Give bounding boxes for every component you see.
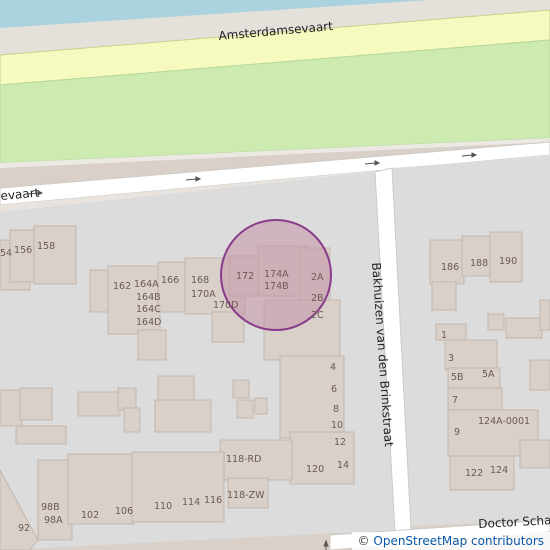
- house-number: 2A: [311, 272, 324, 283]
- house-number: 118-ZW: [227, 490, 265, 501]
- house-number: 166: [161, 275, 180, 286]
- house-number: 7: [452, 395, 459, 406]
- house-number: 8: [333, 404, 340, 415]
- house-number: 164D: [136, 317, 162, 328]
- house-number: 3: [448, 353, 455, 364]
- house-number: 164B: [136, 292, 161, 303]
- house-number: 124A-0001: [478, 416, 531, 427]
- house-number: 114: [182, 497, 201, 508]
- house-number: 158: [37, 241, 56, 252]
- house-number: 106: [115, 506, 134, 517]
- house-number: 116: [204, 495, 223, 506]
- house-number: 122: [465, 468, 484, 479]
- house-number: 10: [331, 420, 344, 431]
- house-number: 170D: [213, 300, 239, 311]
- house-number: 120: [306, 464, 325, 475]
- house-number: 172: [236, 271, 255, 282]
- osm-attribution-link[interactable]: OpenStreetMap contributors: [373, 534, 544, 548]
- house-number: 102: [81, 510, 100, 521]
- house-number: 2C: [311, 310, 324, 321]
- house-number: 174B: [264, 281, 289, 292]
- house-number: 9: [454, 427, 461, 438]
- house-number: 110: [154, 501, 173, 512]
- house-number: 188: [470, 258, 489, 269]
- house-number: 98B: [41, 502, 60, 513]
- house-number: 6: [331, 384, 338, 395]
- house-number: 12: [334, 437, 347, 448]
- house-number: 4: [330, 362, 337, 373]
- house-number: 190: [499, 256, 518, 267]
- house-number: 174A: [264, 269, 289, 280]
- house-number: 164C: [136, 304, 161, 315]
- street-amsterdamsevaart-partial: evaart: [0, 185, 40, 203]
- house-number: 14: [337, 460, 350, 471]
- house-number: 1: [441, 330, 448, 341]
- house-number: 5B: [451, 372, 464, 383]
- copyright-symbol: ©: [357, 534, 370, 548]
- house-number: 54: [0, 248, 13, 259]
- house-number: 92: [18, 523, 31, 534]
- house-number: 162: [113, 281, 132, 292]
- house-number: 2B: [311, 293, 324, 304]
- house-number: 98A: [44, 515, 63, 526]
- map-attribution: © OpenStreetMap contributors: [351, 532, 550, 550]
- house-number: 168: [191, 275, 210, 286]
- house-number: 186: [441, 262, 460, 273]
- house-number: 164A: [134, 279, 159, 290]
- house-number: 156: [14, 245, 33, 256]
- street-doctor: Doctor Schae: [477, 512, 550, 531]
- map-canvas[interactable]: Amsterdamsevaart evaart Bakhuizen van de…: [0, 0, 550, 550]
- house-number: 5A: [482, 369, 495, 380]
- house-number: 118-RD: [226, 454, 262, 465]
- house-number: 170A: [191, 289, 216, 300]
- house-number: 124: [490, 465, 509, 476]
